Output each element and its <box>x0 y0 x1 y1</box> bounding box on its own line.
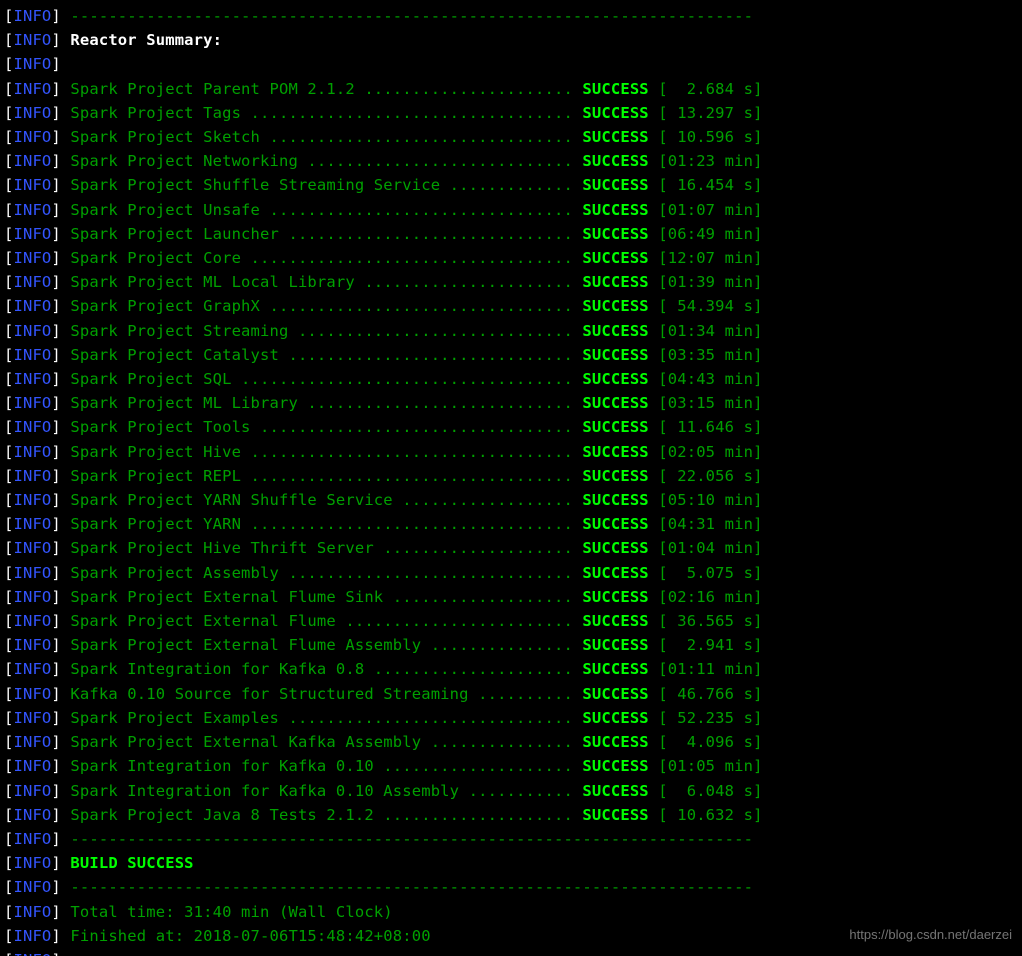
maven-build-log: [INFO] ---------------------------------… <box>0 0 1022 956</box>
